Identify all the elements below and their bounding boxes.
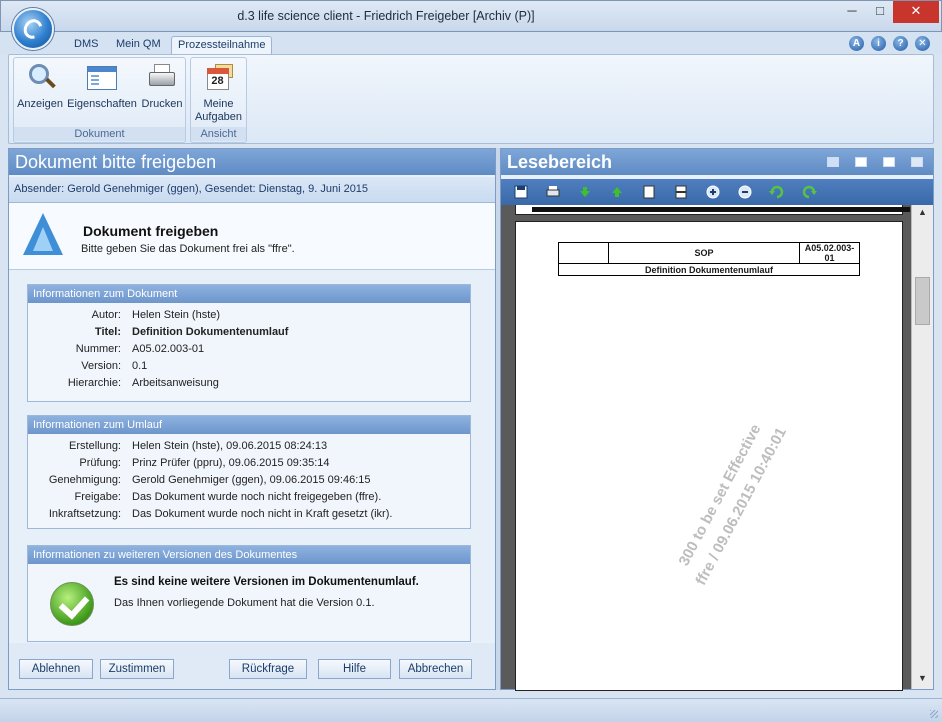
anzeigen-button[interactable]: Anzeigen	[14, 62, 66, 110]
agree-button[interactable]: Zustimmen	[100, 659, 174, 679]
save-icon[interactable]	[513, 184, 529, 200]
versions-title: Es sind keine weitere Versionen im Dokum…	[114, 576, 419, 588]
tab-mein-qm[interactable]: Mein QM	[110, 36, 167, 54]
calendar-icon: 28	[203, 62, 235, 94]
zoom-in-icon[interactable]	[705, 184, 721, 200]
document-info-section: Informationen zum Dokument Autor: Helen S…	[27, 284, 471, 402]
minimize-button[interactable]: ─	[837, 1, 867, 23]
drucken-button[interactable]: Drucken	[140, 62, 184, 110]
ribbon-group-dokument: Anzeigen Eigenschaften Drucken Dokument	[13, 57, 186, 143]
info-row: Genehmigung: Gerold Genehmiger (ggen), 09…	[48, 474, 371, 486]
cancel-button[interactable]: Abbrechen	[399, 659, 472, 679]
rotate-left-icon[interactable]	[769, 184, 785, 200]
info-row: Nummer: A05.02.003-01	[75, 343, 205, 355]
print-icon[interactable]	[545, 184, 561, 200]
arrow-down-icon[interactable]	[577, 184, 593, 200]
account-icon[interactable]: A	[849, 36, 864, 51]
close-button[interactable]: ✕	[893, 1, 939, 23]
printer-icon	[146, 62, 178, 94]
check-icon	[50, 582, 94, 626]
info-row: Freigabe: Das Dokument wurde noch nicht f…	[74, 491, 382, 503]
task-details[interactable]: Informationen zum Dokument Autor: Helen S…	[9, 269, 495, 642]
info-row: Prüfung: Prinz Prüfer (ppru), 09.06.2015 …	[79, 457, 330, 469]
action-bar: Ablehnen Zustimmen Rückfrage Hilfe Abbre…	[9, 643, 495, 689]
scrollbar-thumb[interactable]	[915, 277, 930, 325]
title-bar: d.3 life science client - Friedrich Frei…	[0, 0, 942, 32]
maximize-button[interactable]: □	[867, 1, 893, 23]
fit-width-icon[interactable]	[673, 184, 689, 200]
document-header-table: SOP A05.02.003-01 Definition Dokumentenu…	[558, 242, 860, 276]
query-button[interactable]: Rückfrage	[229, 659, 307, 679]
resize-grip-icon[interactable]	[930, 710, 938, 718]
group-label-ansicht: Ansicht	[191, 127, 246, 141]
previous-page-edge	[515, 205, 910, 215]
reading-pane: Lesebereich SOP A05.02.003-01 Definition…	[500, 148, 934, 691]
application-menu-button[interactable]	[12, 8, 54, 50]
eigenschaften-button[interactable]: Eigenschaften	[66, 62, 138, 110]
scroll-up-icon[interactable]: ▲	[918, 207, 927, 217]
versions-subtitle: Das Ihnen vorliegende Dokument hat die V…	[114, 597, 375, 609]
viewer-scrollbar[interactable]: ▲ ▼	[911, 205, 933, 689]
app-logo-icon	[20, 15, 46, 43]
properties-window-icon	[86, 62, 118, 94]
ribbon: Anzeigen Eigenschaften Drucken Dokument …	[8, 54, 934, 144]
ribbon-close-icon[interactable]: ✕	[915, 36, 930, 51]
release-header: Dokument freigeben Bitte geben Sie das D…	[9, 203, 495, 269]
info-row: Erstellung: Helen Stein (hste), 09.06.201…	[69, 440, 328, 452]
reading-pane-title: Lesebereich	[501, 149, 933, 175]
tab-prozessteilnahme[interactable]: Prozessteilnahme	[171, 36, 273, 54]
status-bar	[0, 698, 942, 722]
magnifier-icon	[24, 62, 56, 94]
task-panel: Dokument bitte freigeben Absender: Gerol…	[8, 148, 496, 690]
layout-right-icon[interactable]	[883, 157, 895, 167]
release-title: Dokument freigeben	[83, 223, 219, 239]
circulation-info-heading: Informationen zum Umlauf	[28, 416, 470, 434]
status-watermark: 300 to be set Effective ffre / 09.06.201…	[675, 421, 790, 589]
document-info-heading: Informationen zum Dokument	[28, 285, 470, 303]
info-row: Version: 0.1	[81, 360, 148, 372]
info-row: Titel: Definition Dokumentenumlauf	[94, 326, 289, 338]
sop-label: SOP	[608, 242, 800, 264]
drucken-label: Drucken	[141, 98, 183, 110]
document-number: A05.02.003-01	[799, 242, 860, 264]
tab-dms[interactable]: DMS	[68, 36, 104, 54]
layout-split-icon[interactable]	[855, 157, 867, 167]
document-viewer[interactable]: SOP A05.02.003-01 Definition Dokumentenu…	[501, 205, 933, 691]
info-row: Autor: Helen Stein (hste)	[91, 309, 221, 321]
rotate-right-icon[interactable]	[801, 184, 817, 200]
info-icon[interactable]: i	[871, 36, 886, 51]
arrow-up-icon[interactable]	[609, 184, 625, 200]
window-title: d.3 life science client - Friedrich Frei…	[237, 9, 535, 23]
ribbon-group-ansicht: 28 Meine Aufgaben Ansicht	[190, 57, 247, 143]
viewer-toolbar	[501, 179, 933, 205]
eigenschaften-label: Eigenschaften	[67, 98, 137, 110]
fit-page-icon[interactable]	[641, 184, 657, 200]
ribbon-tabs: DMS Mein QM Prozessteilnahme	[0, 32, 942, 54]
meine-aufgaben-label: Meine Aufgaben	[194, 98, 243, 123]
info-row: Inkraftsetzung: Das Dokument wurde noch n…	[48, 508, 393, 520]
document-subtitle: Definition Dokumentenumlauf	[558, 263, 860, 276]
versions-info-heading: Informationen zu weiteren Versionen des …	[28, 546, 470, 564]
group-label-dokument: Dokument	[14, 127, 185, 141]
calendar-day: 28	[206, 68, 229, 90]
task-panel-title: Dokument bitte freigeben	[9, 149, 495, 175]
circulation-info-section: Informationen zum Umlauf Erstellung: Hele…	[27, 415, 471, 529]
help-icon[interactable]: ?	[893, 36, 908, 51]
meine-aufgaben-button[interactable]: 28 Meine Aufgaben	[191, 62, 246, 124]
pane-close-icon[interactable]	[911, 157, 923, 167]
release-subtitle: Bitte geben Sie das Dokument frei als "f…	[81, 243, 295, 255]
help-button[interactable]: Hilfe	[318, 659, 391, 679]
scroll-down-icon[interactable]: ▼	[918, 673, 927, 683]
versions-info-section: Informationen zu weiteren Versionen des …	[27, 545, 471, 642]
reject-button[interactable]: Ablehnen	[19, 659, 93, 679]
layout-single-icon[interactable]	[827, 157, 839, 167]
sender-line: Absender: Gerold Genehmiger (ggen), Gese…	[9, 177, 495, 203]
zoom-out-icon[interactable]	[737, 184, 753, 200]
anzeigen-label: Anzeigen	[17, 98, 63, 110]
info-row: Hierarchie: Arbeitsanweisung	[67, 377, 219, 389]
document-page: SOP A05.02.003-01 Definition Dokumentenu…	[515, 221, 903, 691]
